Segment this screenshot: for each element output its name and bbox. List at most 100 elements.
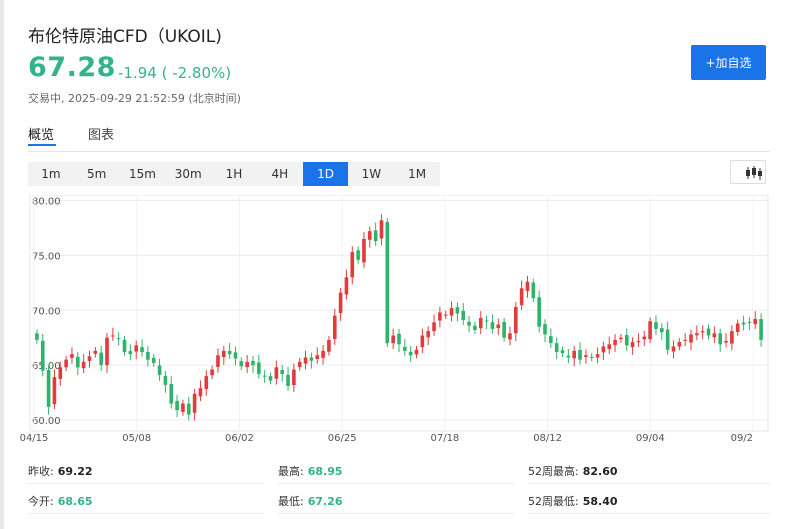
tab-chart[interactable]: 图表 (88, 124, 114, 143)
candle-body (560, 350, 565, 354)
candle-body (64, 359, 68, 368)
candle-body (257, 362, 261, 374)
candle-body (397, 333, 401, 345)
stat-value: 82.60 (582, 465, 618, 478)
candle-body (146, 351, 150, 360)
candle-body (338, 292, 343, 314)
plot-frame (29, 194, 769, 432)
x-tick-label: 09/2 (731, 433, 753, 443)
stat-label: 昨收: (28, 465, 54, 478)
candle-body (362, 238, 366, 263)
candle-body (624, 335, 629, 346)
candle-body (58, 367, 63, 379)
candle-body (134, 345, 139, 352)
y-tick-label: 65.00 (32, 361, 61, 372)
candle-body (537, 297, 541, 327)
candle-body (52, 377, 57, 405)
tabs-divider (28, 151, 770, 152)
stat-label: 最高: (278, 465, 304, 478)
interval-30m[interactable]: 30m (165, 162, 211, 186)
stat-divider (528, 483, 770, 484)
candle-body (210, 369, 214, 376)
candle-body (87, 356, 92, 361)
interval-4h[interactable]: 4H (257, 162, 303, 186)
candle-body (432, 322, 436, 332)
candle-body (478, 317, 483, 329)
candle-body (718, 333, 723, 345)
interval-selector: 1m 5m 15m 30m 1H 4H 1D 1W 1M (28, 162, 440, 186)
candle-body (268, 376, 273, 381)
stat-label: 今开: (28, 495, 54, 508)
last-price: 67.28 (28, 52, 116, 83)
stat-value: 67.26 (307, 495, 343, 508)
candle-body (525, 281, 530, 291)
candle-body (438, 312, 442, 321)
price-chart[interactable]: 80.00 75.00 70.00 65.00 60.00 04/15 05/08 06/02… (0, 194, 800, 444)
candle-body (549, 336, 553, 344)
x-tick-label: 06/25 (328, 433, 357, 443)
candle-body (40, 340, 45, 371)
candle-body (198, 388, 203, 397)
candle-body (175, 400, 179, 411)
candle-body (332, 315, 337, 340)
x-tick-label: 04/15 (20, 433, 49, 443)
candle-body (578, 349, 582, 360)
candle-body (385, 222, 390, 344)
candle-body (297, 361, 302, 367)
interval-1m[interactable]: 1m (28, 162, 74, 186)
chart-type-button[interactable] (730, 160, 766, 184)
candle-body (245, 361, 249, 368)
candle-body (677, 342, 682, 347)
candle-body (309, 357, 314, 361)
interval-1d[interactable]: 1D (302, 162, 349, 186)
candle-body (169, 384, 174, 404)
candle-body (671, 346, 676, 352)
candle-body (683, 339, 687, 341)
interval-5m[interactable]: 5m (74, 162, 120, 186)
interval-15m[interactable]: 15m (120, 162, 166, 186)
candle-body (654, 322, 658, 329)
candle-body (344, 277, 349, 295)
candle-body (35, 333, 39, 340)
candle-body (221, 350, 226, 358)
candle-body (584, 355, 588, 358)
candle-body (192, 393, 197, 413)
stat-divider (28, 513, 264, 514)
interval-1w[interactable]: 1W (348, 162, 394, 186)
y-tick-label: 80.00 (32, 196, 61, 207)
x-tick-label: 05/08 (122, 433, 151, 443)
candle-body (648, 321, 652, 340)
candle-body (502, 321, 506, 338)
stat-divider (278, 483, 514, 484)
candle-body (303, 357, 308, 364)
price-change: -1.94 ( -2.80%) (118, 64, 232, 82)
tab-overview[interactable]: 概览 (28, 124, 54, 143)
stat-value: 68.95 (307, 465, 343, 478)
candle-body (227, 350, 232, 355)
candle-body (759, 319, 763, 340)
candle-body (373, 230, 378, 242)
candle-body (753, 319, 758, 325)
candle-body (356, 250, 360, 260)
candle-body (490, 322, 495, 329)
candle-body (531, 282, 536, 299)
candle-body (233, 352, 238, 359)
candle-body (589, 357, 594, 359)
active-tab-indicator (28, 144, 56, 146)
candle-body (519, 288, 524, 306)
candle-body (455, 307, 460, 314)
candle-body (122, 339, 127, 352)
y-tick-label: 75.00 (32, 251, 61, 262)
candle-body (239, 361, 244, 367)
add-to-watchlist-button[interactable]: +加自选 (691, 45, 766, 80)
candle-body (467, 321, 471, 326)
candle-body (81, 361, 86, 369)
candle-body (280, 369, 285, 374)
candle-body (496, 324, 501, 329)
x-tick-label: 08/12 (533, 433, 562, 443)
candle-body (99, 352, 103, 366)
interval-1mo[interactable]: 1M (394, 162, 440, 186)
candlestick-chart: 80.00 75.00 70.00 65.00 60.00 04/15 05/08 06/02… (20, 194, 769, 444)
interval-1h[interactable]: 1H (211, 162, 257, 186)
candle-body (554, 343, 559, 352)
